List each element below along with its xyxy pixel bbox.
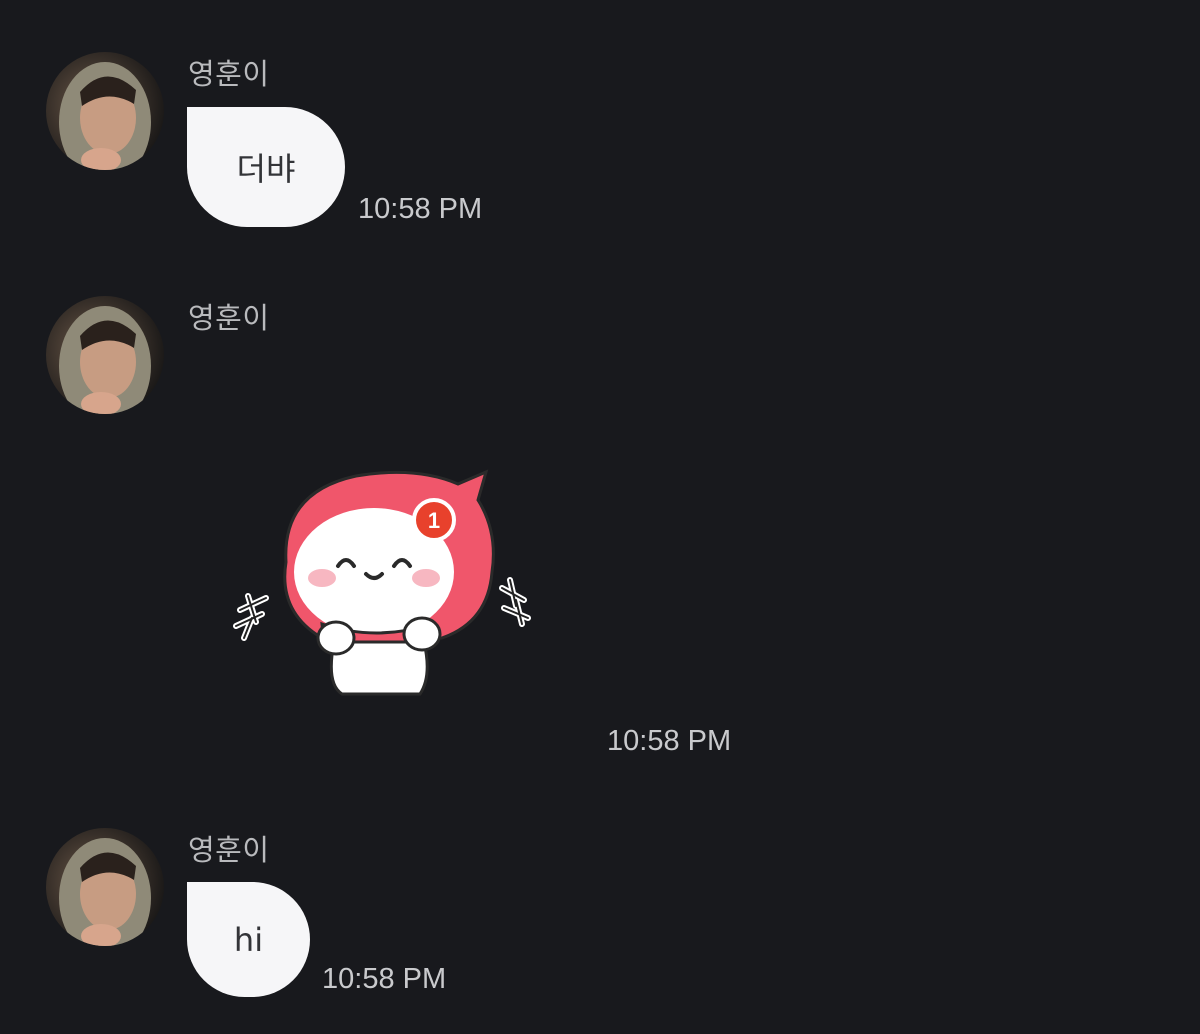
sparkle-icon xyxy=(233,593,269,641)
smiling-red-hood-character-sticker[interactable]: 1 xyxy=(226,462,536,702)
message-text: hi xyxy=(233,920,264,959)
sender-name: 영훈이 xyxy=(188,301,270,335)
message-bubble[interactable]: 더뱌 xyxy=(187,107,345,227)
sender-avatar[interactable] xyxy=(46,296,164,414)
sender-name: 영훈이 xyxy=(188,57,270,91)
sticker-badge: 1 xyxy=(428,508,440,533)
message-timestamp: 10:58 PM xyxy=(607,725,732,757)
sender-avatar[interactable] xyxy=(46,52,164,170)
chat-message-list: 영훈이 더뱌 10:58 PM 영훈이 1 10:58 PM 영훈이 hi 10… xyxy=(0,0,1200,1034)
sender-name: 영훈이 xyxy=(188,833,270,867)
message-timestamp: 10:58 PM xyxy=(358,193,483,225)
sender-avatar[interactable] xyxy=(46,828,164,946)
message-text: 더뱌 xyxy=(236,150,296,188)
message-bubble[interactable]: hi xyxy=(187,882,310,997)
message-timestamp: 10:58 PM xyxy=(322,963,447,995)
